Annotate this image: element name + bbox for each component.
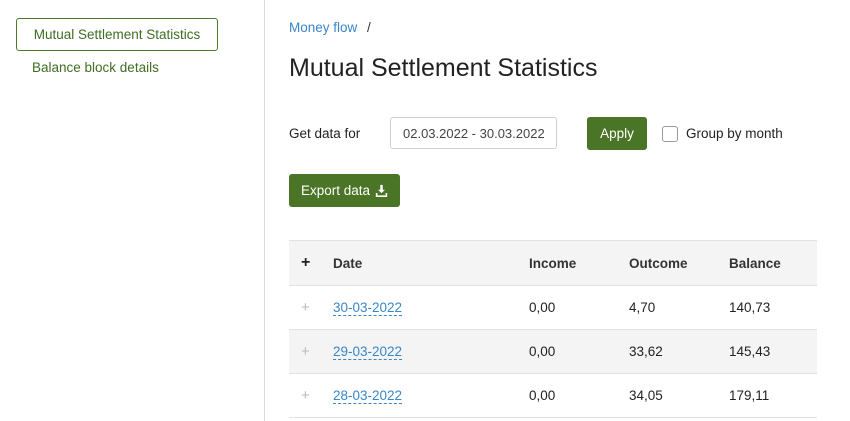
date-cell: 28-03-2022 (333, 374, 403, 417)
date-cell: 29-03-2022 (333, 330, 403, 373)
export-data-label: Export data (300, 183, 371, 198)
expand-row-icon[interactable]: + (301, 330, 315, 373)
group-by-month-label[interactable]: Group by month (686, 126, 783, 141)
breadcrumb: Money flow / (289, 20, 371, 35)
date-link[interactable]: 29-03-2022 (333, 344, 403, 360)
breadcrumb-money-flow-link[interactable]: Money flow (289, 20, 357, 35)
get-data-for-label: Get data for (289, 126, 361, 141)
sidebar-item-balance-block-details[interactable]: Balance block details (32, 60, 159, 75)
table-row: + 28-03-2022 0,00 34,05 179,11 (289, 374, 817, 418)
outcome-cell: 34,05 (629, 388, 663, 403)
table-row: + 30-03-2022 0,00 4,70 140,73 (289, 286, 817, 330)
breadcrumb-separator: / (367, 20, 371, 35)
sidebar-item-mutual-settlement-statistics[interactable]: Mutual Settlement Statistics (16, 18, 218, 51)
apply-button[interactable]: Apply (587, 117, 647, 150)
column-header-outcome: Outcome (629, 255, 688, 271)
expand-all-icon[interactable]: + (301, 241, 315, 285)
date-link[interactable]: 30-03-2022 (333, 300, 403, 316)
date-cell: 30-03-2022 (333, 286, 403, 329)
balance-cell: 145,43 (729, 344, 771, 359)
table-header-row: + Date Income Outcome Balance (289, 240, 817, 286)
income-cell: 0,00 (529, 388, 556, 403)
income-cell: 0,00 (529, 344, 556, 359)
group-by-month-checkbox[interactable] (662, 126, 678, 142)
balance-cell: 140,73 (729, 300, 771, 315)
settlement-table: + Date Income Outcome Balance + 30-03-20… (289, 240, 817, 418)
page-title: Mutual Settlement Statistics (289, 54, 598, 82)
balance-cell: 179,11 (729, 388, 770, 403)
download-icon (375, 184, 388, 197)
sidebar: Mutual Settlement Statistics Balance blo… (0, 0, 265, 421)
table-row: + 29-03-2022 0,00 33,62 145,43 (289, 330, 817, 374)
outcome-cell: 33,62 (629, 344, 663, 359)
date-range-input[interactable] (390, 117, 557, 149)
date-link[interactable]: 28-03-2022 (333, 388, 403, 404)
expand-row-icon[interactable]: + (301, 286, 315, 329)
column-header-balance: Balance (729, 255, 781, 271)
expand-row-icon[interactable]: + (301, 374, 315, 417)
income-cell: 0,00 (529, 300, 556, 315)
outcome-cell: 4,70 (629, 300, 656, 315)
export-data-button[interactable]: Export data (289, 174, 400, 207)
column-header-income: Income (529, 255, 577, 271)
column-header-date: Date (333, 255, 363, 271)
